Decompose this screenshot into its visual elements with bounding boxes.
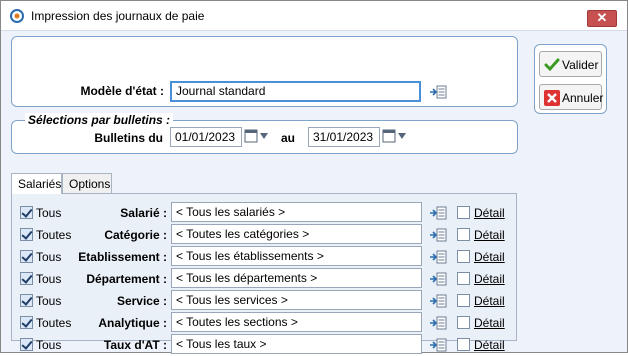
filter-row: Tous Etablissement : < Tous les établissem… [12, 246, 518, 268]
cancel-button[interactable]: Annuler [539, 84, 604, 110]
all-checkbox[interactable] [20, 250, 33, 263]
detail-checkbox[interactable] [457, 272, 470, 285]
all-checkbox[interactable] [20, 228, 33, 241]
tab-label: Salariés [18, 177, 62, 191]
filter-row: Toutes Catégorie : < Toutes les catégories… [12, 224, 518, 246]
list-selector-icon[interactable] [429, 206, 447, 220]
close-button[interactable]: ✕ [587, 10, 617, 27]
detail-checkbox[interactable] [457, 316, 470, 329]
filter-field[interactable]: < Tous les services > [171, 290, 422, 310]
list-selector-icon[interactable] [429, 272, 447, 286]
app-icon [10, 9, 24, 23]
detail-label[interactable]: Détail [474, 250, 505, 264]
list-selector-icon[interactable] [429, 294, 447, 308]
close-icon: ✕ [596, 10, 608, 25]
filter-field[interactable]: < Tous les départements > [171, 268, 422, 288]
validate-label: Valider [562, 58, 599, 72]
model-label: Modèle d'état : [80, 84, 164, 98]
list-selector-icon[interactable] [429, 338, 447, 352]
detail-label[interactable]: Détail [474, 272, 505, 286]
all-checkbox-label[interactable]: Tous [36, 250, 61, 264]
filter-row: Tous Département : < Tous les départements… [12, 268, 518, 290]
all-checkbox[interactable] [20, 206, 33, 219]
all-checkbox-label[interactable]: Toutes [36, 228, 71, 242]
check-icon [544, 58, 560, 72]
list-selector-icon[interactable] [429, 85, 447, 99]
to-date-field[interactable]: 31/01/2023 [308, 127, 380, 147]
filter-field[interactable]: < Tous les établissements > [171, 246, 422, 266]
filter-field[interactable]: < Tous les taux > [171, 334, 422, 354]
calendar-icon[interactable] [382, 128, 408, 144]
all-checkbox[interactable] [20, 272, 33, 285]
list-selector-icon[interactable] [429, 316, 447, 330]
filter-row: Tous Service : < Tous les services > Détail [12, 290, 518, 312]
detail-checkbox[interactable] [457, 250, 470, 263]
detail-label[interactable]: Détail [474, 294, 505, 308]
detail-label[interactable]: Détail [474, 228, 505, 242]
all-checkbox[interactable] [20, 338, 33, 351]
validate-button[interactable]: Valider [539, 51, 602, 77]
filter-field[interactable]: < Toutes les sections > [171, 312, 422, 332]
filter-label: Taux d'AT : [103, 338, 167, 352]
tab-panel-salaries: Tous Salarié : < Tous les salariés > Détail… [11, 193, 518, 354]
filter-label: Service : [116, 294, 167, 308]
filter-field[interactable]: < Toutes les catégories > [171, 224, 422, 244]
all-checkbox[interactable] [20, 316, 33, 329]
cancel-x-icon [544, 90, 560, 106]
tabs-area: Salariés Options Tous Salarié : < Tous les… [11, 173, 519, 354]
all-checkbox-label[interactable]: Tous [36, 272, 61, 286]
tab-salaries[interactable]: Salariés [11, 173, 62, 194]
list-selector-icon[interactable] [429, 228, 447, 242]
selections-legend: Sélections par bulletins : [25, 113, 174, 127]
filter-field[interactable]: < Tous les salariés > [171, 202, 422, 222]
detail-checkbox[interactable] [457, 228, 470, 241]
detail-label[interactable]: Détail [474, 206, 505, 220]
all-checkbox-label[interactable]: Tous [36, 338, 61, 352]
all-checkbox-label[interactable]: Tous [36, 206, 61, 220]
filter-row: Toutes Analytique : < Toutes les sections … [12, 312, 518, 334]
detail-label[interactable]: Détail [474, 338, 505, 352]
detail-label[interactable]: Détail [474, 316, 505, 330]
filter-label: Etablissement : [78, 250, 167, 264]
bulletins-label: Bulletins du [94, 131, 163, 145]
list-selector-icon[interactable] [429, 250, 447, 264]
to-label: au [281, 131, 296, 145]
title-bar: Impression des journaux de paie ✕ [1, 1, 627, 31]
filter-label: Analytique : [98, 316, 167, 330]
tab-options[interactable]: Options [62, 173, 112, 193]
model-field[interactable]: Journal standard [170, 81, 421, 102]
cancel-label: Annuler [562, 91, 604, 105]
dialog-window: Impression des journaux de paie ✕ Modèle… [0, 0, 628, 354]
filter-label: Salarié : [120, 206, 167, 220]
window-title: Impression des journaux de paie [31, 9, 205, 23]
detail-checkbox[interactable] [457, 294, 470, 307]
filter-label: Département : [86, 272, 167, 286]
dropdown-arrow-icon [260, 133, 268, 139]
filter-row: Tous Salarié : < Tous les salariés > Détail [12, 202, 518, 224]
all-checkbox-label[interactable]: Toutes [36, 316, 71, 330]
filter-label: Catégorie : [104, 228, 167, 242]
calendar-icon[interactable] [244, 128, 270, 144]
from-date-field[interactable]: 01/01/2023 [170, 127, 242, 147]
detail-checkbox[interactable] [457, 206, 470, 219]
all-checkbox[interactable] [20, 294, 33, 307]
dropdown-arrow-icon [398, 133, 406, 139]
detail-checkbox[interactable] [457, 338, 470, 351]
tab-label: Options [69, 177, 111, 191]
all-checkbox-label[interactable]: Tous [36, 294, 61, 308]
